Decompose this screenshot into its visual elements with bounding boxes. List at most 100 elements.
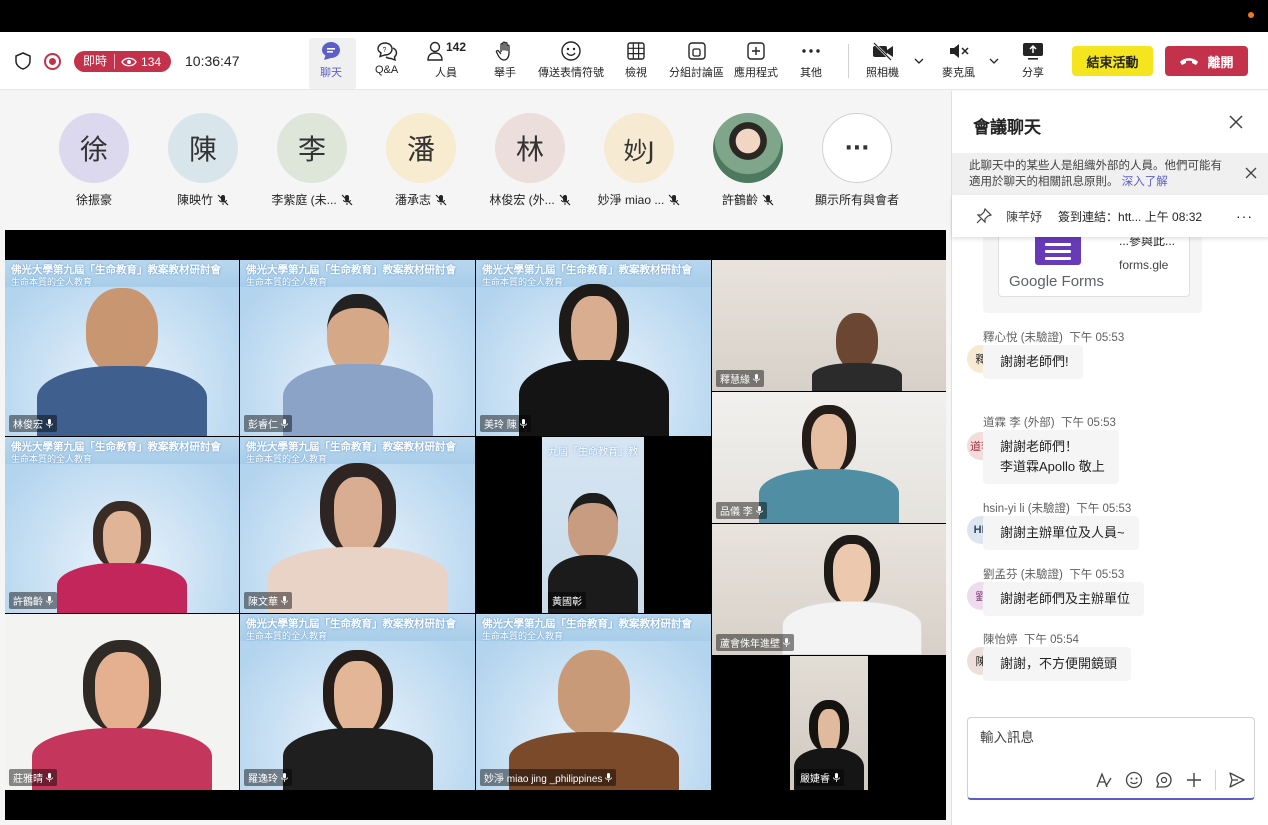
meeting-chat-panel: 會議聊天 此聊天中的某些人是組織外部的人員。他們可能有適用於聊天的相關訊息原則。…: [951, 91, 1268, 825]
more-label: 其他: [800, 67, 822, 79]
qa-icon: ?: [376, 42, 397, 62]
video-grid: 佛光大學第九屆「生命教育」教案教材研討會 生命本質的全人教育 林俊宏 佛光大學第九…: [5, 230, 946, 820]
avatar-circle: 妙J: [604, 113, 674, 183]
participant-avatar[interactable]: 許鶴齡: [688, 113, 808, 208]
tile-name-label: 品儀 李: [716, 502, 767, 519]
microphone-button[interactable]: 麥克風: [942, 38, 975, 88]
video-tile[interactable]: 佛光大學第九屆「生命教育」教案教材研討會 生命本質的全人教育 彭睿仁: [240, 260, 475, 436]
video-tile[interactable]: 蘆會侏年進壁: [712, 524, 946, 655]
video-tile[interactable]: 佛光大學第九屆「生命教育」教案教材研討會 生命本質的全人教育 羅逸玲: [240, 614, 475, 790]
chat-panel-title: 會議聊天: [973, 118, 1041, 137]
breakout-rooms-button[interactable]: 分組討論區: [669, 38, 724, 88]
slide-subtitle: 生命本質的全人教育: [11, 277, 93, 287]
people-button[interactable]: 142 人員: [424, 38, 468, 88]
emoji-icon[interactable]: [1125, 771, 1143, 789]
video-tile[interactable]: 釋慧緣: [712, 260, 946, 391]
slide-title: 佛光大學第九屆「生命教育」教案教材研討會: [11, 441, 221, 453]
chevron-down-icon[interactable]: [989, 56, 999, 66]
participant-video: [267, 463, 448, 613]
live-label: 即時: [74, 54, 116, 69]
slide-banner: 佛光大學第九屆「生命教育」教案教材研討會 生命本質的全人教育: [240, 437, 475, 464]
message-bubble: 謝謝，不方便開鏡頭: [983, 647, 1132, 681]
video-tile[interactable]: 九屆「生命教育」教 黃國彰: [476, 437, 711, 613]
speaker-muted-icon: [949, 44, 969, 58]
avatar-circle: 李: [277, 113, 347, 183]
slide-banner: 佛光大學第九屆「生命教育」教案教材研討會 生命本質的全人教育: [476, 614, 711, 641]
shield-icon[interactable]: [14, 52, 32, 70]
camera-indicator-dot: [1248, 12, 1254, 18]
end-event-button[interactable]: 結束活動: [1072, 46, 1153, 76]
mic-icon: [519, 419, 527, 428]
raise-hand-button[interactable]: 舉手: [494, 38, 516, 88]
participant-name: 許鶴齡: [721, 193, 758, 207]
participant-avatar[interactable]: 陳陳映竹: [143, 113, 263, 208]
people-button-label: 人員: [435, 67, 457, 79]
avatar-circle: 潘: [386, 113, 456, 183]
avatar-circle: 陳: [168, 113, 238, 183]
close-icon[interactable]: [1245, 167, 1257, 179]
loop-component-icon[interactable]: [1155, 771, 1173, 789]
plus-icon[interactable]: [1185, 771, 1203, 789]
qa-button[interactable]: ? Q&A: [375, 38, 398, 88]
slide-banner: 佛光大學第九屆「生命教育」教案教材研討會 生命本質的全人教育: [240, 614, 475, 641]
participant-video: [32, 640, 212, 790]
participant-name: 潘承志: [394, 193, 431, 207]
close-icon[interactable]: [1229, 115, 1243, 129]
slide-title: 佛光大學第九屆「生命教育」教案教材研討會: [246, 618, 456, 630]
google-forms-card[interactable]: Google Forms ...參與此... forms.gle: [983, 237, 1202, 313]
person-icon: [427, 41, 443, 61]
send-icon[interactable]: [1228, 771, 1246, 789]
message-composer: [967, 717, 1255, 800]
apps-button[interactable]: 應用程式: [734, 38, 778, 88]
slide-subtitle: 生命本質的全人教育: [246, 631, 328, 641]
mic-icon: [46, 773, 53, 782]
tile-name-label: 林俊宏: [9, 415, 57, 432]
apps-label: 應用程式: [734, 67, 778, 79]
learn-more-link[interactable]: 深入了解: [1122, 176, 1168, 188]
pin-icon: [976, 208, 992, 224]
message-bubble: 謝謝老師們及主辦單位: [983, 582, 1145, 616]
slide-banner: 佛光大學第九屆「生命教育」教案教材研討會 生命本質的全人教育: [5, 260, 239, 287]
chat-icon: [322, 42, 340, 60]
more-options-icon[interactable]: ···: [1236, 208, 1253, 224]
video-tile[interactable]: 莊雅晴: [5, 614, 239, 790]
more-button[interactable]: 其他: [800, 38, 822, 88]
video-tile[interactable]: 佛光大學第九屆「生命教育」教案教材研討會 生命本質的全人教育 妙淨 miao ji…: [476, 614, 711, 790]
participant-avatar[interactable]: 妙J 妙淨 miao ...: [579, 113, 699, 208]
mic-icon: [783, 638, 790, 647]
video-tile[interactable]: 佛光大學第九屆「生命教育」教案教材研討會 生命本質的全人教育 陳文華: [240, 437, 475, 613]
participant-avatar[interactable]: 李李紫庭 (未...: [252, 113, 372, 208]
leave-button[interactable]: 離開: [1165, 46, 1248, 76]
slide-banner: 佛光大學第九屆「生命教育」教案教材研討會 生命本質的全人教育: [5, 437, 239, 464]
format-text-icon[interactable]: [1095, 771, 1113, 789]
camera-button[interactable]: 照相機: [866, 38, 899, 88]
participant-avatar[interactable]: 徐徐振豪: [34, 113, 154, 208]
pinned-message[interactable]: 陳芊妤 簽到連結：htt... 上午 08:32 ···: [952, 195, 1268, 237]
participant-avatar[interactable]: 林林俊宏 (外...: [470, 113, 590, 208]
show-all-label: 顯示所有與會者: [814, 193, 899, 207]
participant-video: 九屆「生命教育」教: [542, 437, 644, 613]
camera-off-icon: [872, 42, 893, 61]
slide-banner: 佛光大學第九屆「生命教育」教案教材研討會 生命本質的全人教育: [240, 260, 475, 287]
share-label: 分享: [1022, 67, 1044, 79]
video-tile[interactable]: 嚴婕睿: [712, 656, 946, 790]
participant-avatar[interactable]: 潘潘承志: [361, 113, 481, 208]
google-forms-icon: [1035, 237, 1081, 265]
video-tile[interactable]: 佛光大學第九屆「生命教育」教案教材研討會 生命本質的全人教育 許鶴齡: [5, 437, 239, 613]
chevron-down-icon[interactable]: [914, 56, 924, 66]
chat-button[interactable]: 聊天: [316, 38, 346, 94]
live-badge: 即時 134: [74, 51, 171, 72]
share-button[interactable]: 分享: [1022, 38, 1044, 88]
tile-name-label: 彭睿仁: [244, 415, 292, 432]
mic-icon: [833, 773, 840, 782]
mic-icon: [46, 596, 53, 605]
reactions-button[interactable]: 傳送表情符號: [538, 38, 604, 88]
video-tile[interactable]: 佛光大學第九屆「生命教育」教案教材研討會 生命本質的全人教育 美玲 陳: [476, 260, 711, 436]
participant-video: [812, 313, 903, 391]
show-all-participants[interactable]: ··· 顯示所有與會者: [797, 113, 917, 208]
view-button[interactable]: 檢視: [625, 38, 647, 88]
video-tile[interactable]: 品儀 李: [712, 392, 946, 523]
message-input[interactable]: [980, 730, 1240, 745]
tile-name-label: 陳文華: [244, 592, 292, 609]
video-tile[interactable]: 佛光大學第九屆「生命教育」教案教材研討會 生命本質的全人教育 林俊宏: [5, 260, 239, 436]
